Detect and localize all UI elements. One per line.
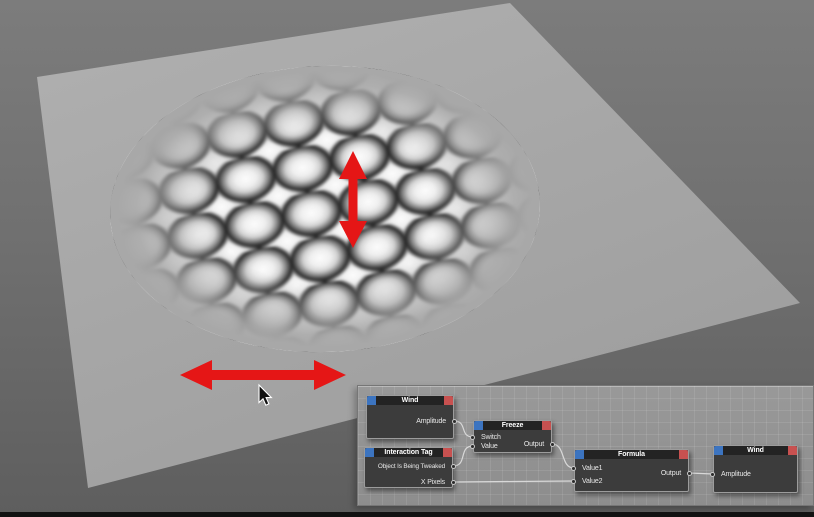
- port-label-amplitude: Amplitude: [721, 471, 751, 478]
- node-chip-red-icon: [788, 446, 797, 455]
- port-label-x-pixels: X Pixels: [420, 479, 445, 486]
- node-chip-red-icon: [443, 448, 452, 457]
- node-titlebar: Wind: [714, 446, 797, 455]
- output-port-amplitude[interactable]: [452, 419, 457, 424]
- node-freeze[interactable]: Freeze Switch Value Output: [470, 420, 555, 453]
- node-formula[interactable]: Formula Value1 Value2 Output: [571, 449, 692, 492]
- input-port-value1[interactable]: [571, 466, 576, 471]
- port-label-object-is-being-tweaked: Object Is Being Tweaked: [377, 463, 445, 470]
- node-chip-red-icon: [444, 396, 453, 405]
- node-chip-blue-icon: [367, 396, 376, 405]
- node-chip-blue-icon: [365, 448, 374, 457]
- node-chip-red-icon: [679, 450, 688, 459]
- node-title: Freeze: [501, 422, 524, 429]
- node-chip-blue-icon: [474, 421, 483, 430]
- port-label-value1: Value1: [582, 465, 603, 472]
- node-wind-source[interactable]: Wind Amplitude: [366, 395, 457, 439]
- node-interaction-tag[interactable]: Interaction Tag Object Is Being Tweaked …: [364, 447, 456, 488]
- node-titlebar: Wind: [367, 396, 453, 405]
- node-titlebar: Formula: [575, 450, 688, 459]
- wire-tag-to-formula-value2: [452, 480, 575, 483]
- wave-ripple-surface: [105, 58, 545, 360]
- input-port-value2[interactable]: [571, 479, 576, 484]
- input-port-value[interactable]: [470, 444, 475, 449]
- output-port-output[interactable]: [687, 471, 692, 476]
- wire-tag-to-freeze-value: [452, 445, 474, 467]
- node-title: Wind: [401, 397, 419, 404]
- wire-freeze-to-formula: [551, 443, 575, 469]
- output-port-x-pixels[interactable]: [451, 480, 456, 485]
- output-port-output[interactable]: [550, 442, 555, 447]
- port-label-amplitude: Amplitude: [416, 418, 446, 425]
- port-label-output: Output: [523, 441, 544, 448]
- viewport-3d[interactable]: Wind Amplitude Freeze Switch Value Outpu…: [0, 0, 814, 517]
- input-port-switch[interactable]: [470, 435, 475, 440]
- window-bottom-edge: [0, 512, 814, 517]
- output-port-object-is-being-tweaked[interactable]: [451, 464, 456, 469]
- node-chip-blue-icon: [575, 450, 584, 459]
- port-label-output: Output: [660, 470, 681, 477]
- node-title: Wind: [747, 447, 764, 454]
- input-port-amplitude[interactable]: [710, 472, 715, 477]
- port-label-value: Value: [481, 443, 498, 450]
- node-wind-target[interactable]: Wind Amplitude: [710, 445, 798, 493]
- node-titlebar: Freeze: [474, 421, 551, 430]
- node-chip-red-icon: [542, 421, 551, 430]
- port-label-value2: Value2: [582, 478, 603, 485]
- node-title: Formula: [618, 451, 645, 458]
- node-chip-blue-icon: [714, 446, 723, 455]
- node-editor-panel[interactable]: Wind Amplitude Freeze Switch Value Outpu…: [357, 385, 814, 506]
- node-title: Interaction Tag: [384, 449, 433, 456]
- node-titlebar: Interaction Tag: [365, 448, 452, 457]
